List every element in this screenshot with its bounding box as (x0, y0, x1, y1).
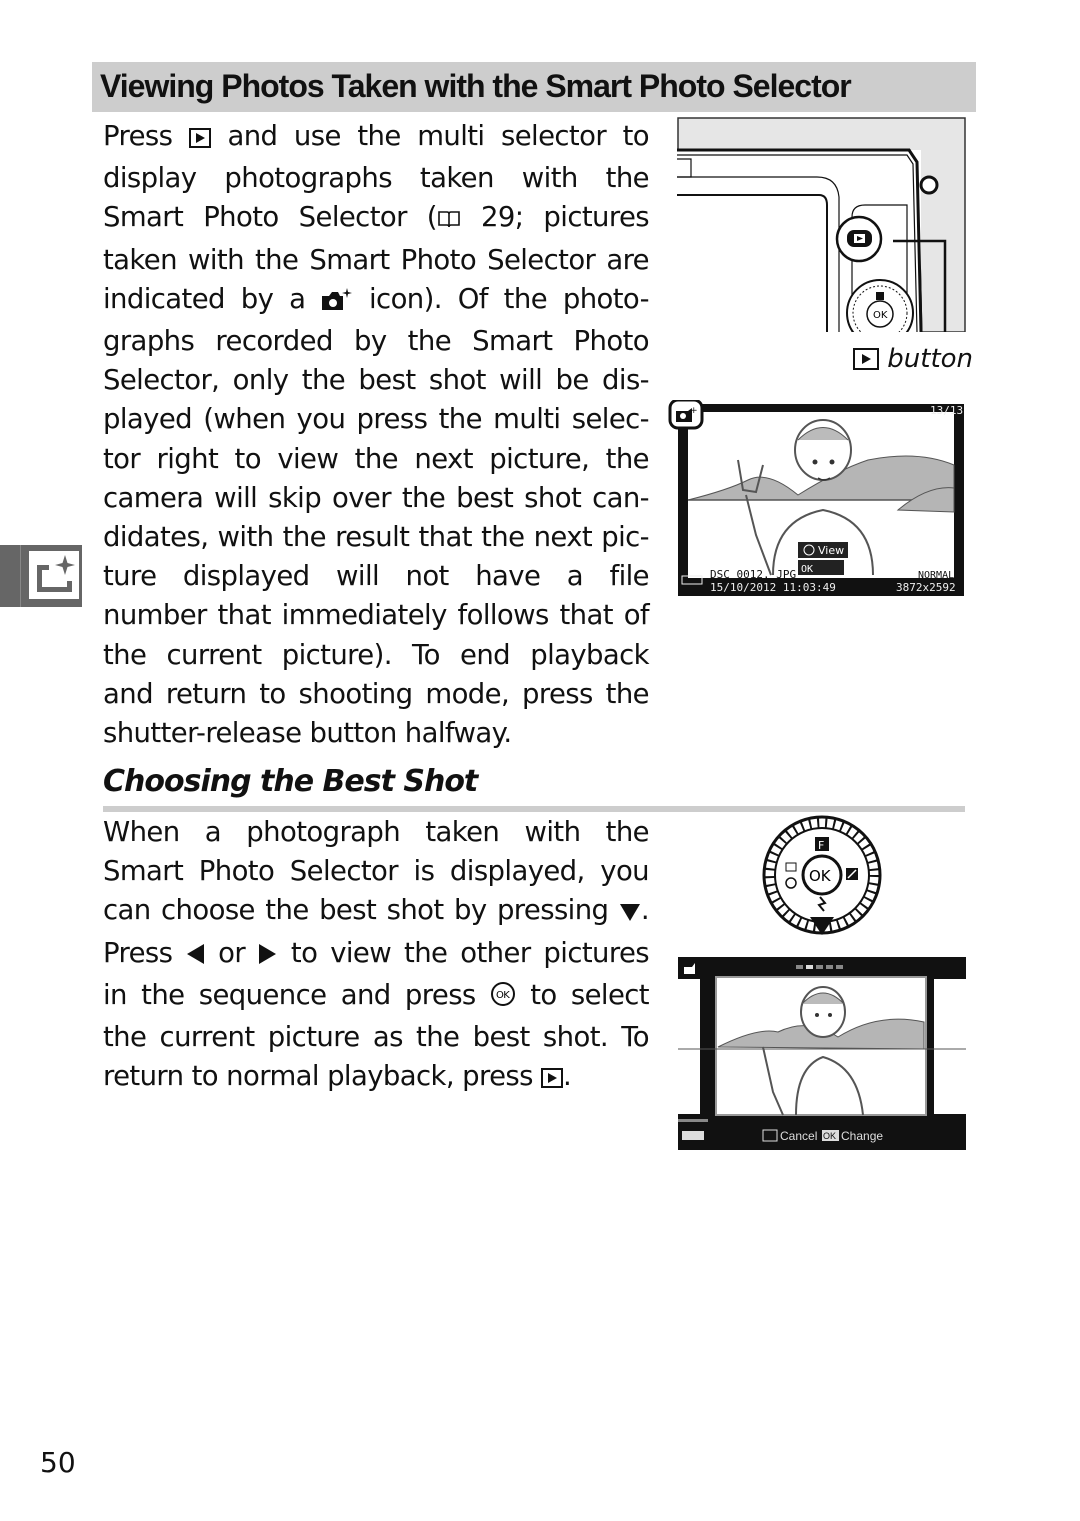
text-run: graphs recorded by the Smart Photo (103, 325, 650, 358)
playback-icon (541, 1060, 564, 1099)
page-title: Viewing Photos Taken with the Smart Phot… (100, 68, 852, 104)
text-run: to view the other pictures (278, 936, 650, 969)
tab-divider (20, 545, 21, 607)
book-icon (437, 201, 461, 240)
dial-f-label: F (818, 839, 824, 852)
text-line: shutter-release button halfway. (103, 714, 649, 753)
text-run: When a photograph taken with the (103, 816, 650, 848)
text-run: played (when you press the multi selec- (103, 403, 650, 436)
button-caption-text: button (887, 344, 974, 374)
text-run: shutter-release button halfway. (103, 717, 512, 750)
text-run: the current picture). To end playback (103, 638, 650, 671)
text-run: . (640, 894, 650, 927)
text-run: ture displayed will not have a file (103, 560, 650, 593)
text-run: . (563, 1060, 572, 1093)
text-run: number that immediately follows that of (103, 599, 650, 632)
text-line: didates, with the result that the next p… (103, 518, 650, 557)
text-run: and use the multi selector to (210, 120, 649, 152)
smart-photo-selector-icon (29, 551, 79, 599)
smart-photo-icon (321, 283, 353, 322)
left-arrow-icon (185, 937, 205, 976)
text-run: display photographs taken with the (103, 162, 650, 195)
text-run: Press (103, 120, 189, 152)
best-shot-paragraph: When a photograph taken with the Smart Ph… (103, 813, 650, 1099)
best-shot-screen-illustration: Cancel OK Change (678, 957, 966, 1150)
quality: NORMAL (918, 570, 954, 581)
text-line: graphs recorded by the Smart Photo (103, 322, 650, 361)
dial-ok-label: OK (809, 867, 832, 885)
text-run: indicated by a (103, 282, 322, 315)
text-run: icon). Of the photo- (353, 282, 650, 315)
ok-icon: OK (490, 979, 516, 1018)
text-run: and return to shooting mode, press the (103, 677, 650, 710)
text-line: Press and use the multi selector to (103, 117, 650, 159)
text-line: Smart Photo Selector ( 29; pictures (103, 198, 650, 240)
text-line: camera will skip over the best shot can- (103, 479, 650, 518)
text-line: ture displayed will not have a file (103, 557, 650, 596)
image-size: 3872x2592 (896, 581, 956, 594)
right-arrow-icon (258, 937, 278, 976)
title-bar: Viewing Photos Taken with the Smart Phot… (92, 62, 976, 112)
change-label: Change (841, 1129, 883, 1143)
filename: DSC_0012. JPG (710, 568, 796, 581)
frame-counter: 13/13 (930, 404, 963, 417)
playback-icon (188, 120, 211, 159)
text-run: to select (515, 978, 649, 1011)
text-line: Smart Photo Selector is displayed, you (103, 852, 650, 891)
svg-text:OK: OK (496, 990, 510, 1001)
text-run: 29; pictures (460, 201, 650, 234)
text-line: Selector, only the best shot will be dis… (103, 361, 650, 400)
playback-screen-illustration: View OK DSC_0012. JPG 15/10/2012 11:03:4… (668, 398, 968, 598)
svg-text:OK: OK (873, 310, 888, 321)
text-run: can choose the best shot by pressing (103, 894, 619, 927)
datetime: 15/10/2012 11:03:49 (710, 581, 836, 594)
down-arrow-icon (619, 894, 641, 933)
button-caption: button (853, 344, 973, 377)
text-run: didates, with the result that the next p… (103, 521, 650, 554)
text-line: can choose the best shot by pressing . (103, 891, 650, 933)
playback-icon (853, 347, 879, 377)
text-run: the current picture as the best shot. To (103, 1021, 650, 1054)
section-heading: Choosing the Best Shot (103, 764, 478, 799)
svg-text:+: + (690, 406, 698, 416)
text-run: in the sequence and press (103, 978, 490, 1011)
page-number: 50 (40, 1446, 76, 1479)
chapter-tab (0, 545, 82, 607)
section-rule (103, 806, 965, 812)
text-run: return to normal playback, press (103, 1060, 542, 1093)
text-run: taken with the Smart Photo Selector are (103, 243, 650, 276)
text-line: When a photograph taken with the (103, 813, 650, 852)
text-run: Selector, only the best shot will be dis… (103, 364, 650, 397)
cancel-label: Cancel (780, 1129, 817, 1143)
text-line: and return to shooting mode, press the (103, 675, 650, 714)
text-run: camera will skip over the best shot can- (103, 481, 650, 514)
text-run: or (205, 936, 259, 969)
text-line: in the sequence and press OK to select (103, 976, 650, 1018)
text-line: display photographs taken with the (103, 159, 650, 198)
text-line: number that immediately follows that of (103, 596, 650, 635)
text-line: the current picture as the best shot. To (103, 1018, 650, 1057)
text-line: the current picture). To end playback (103, 636, 650, 675)
text-run: Press (103, 936, 186, 969)
text-line: return to normal playback, press . (103, 1057, 649, 1099)
text-line: tor right to view the next picture, the (103, 440, 650, 479)
view-label: View (818, 544, 844, 557)
intro-paragraph: Press and use the multi selector to displ… (103, 117, 650, 753)
text-run: tor right to view the next picture, the (103, 442, 650, 475)
change-ok-label: OK (823, 1131, 836, 1141)
ok-label: OK (801, 564, 813, 575)
text-run: Smart Photo Selector ( (103, 201, 438, 234)
text-line: Press or to view the other pictures (103, 934, 650, 976)
multi-selector-illustration: OK F (760, 815, 885, 940)
text-run: Smart Photo Selector is displayed, you (103, 855, 650, 888)
text-line: indicated by a icon). Of the photo- (103, 280, 650, 322)
text-line: played (when you press the multi selec- (103, 400, 650, 439)
camera-back-illustration: OK (677, 117, 967, 347)
text-line: taken with the Smart Photo Selector are (103, 241, 650, 280)
